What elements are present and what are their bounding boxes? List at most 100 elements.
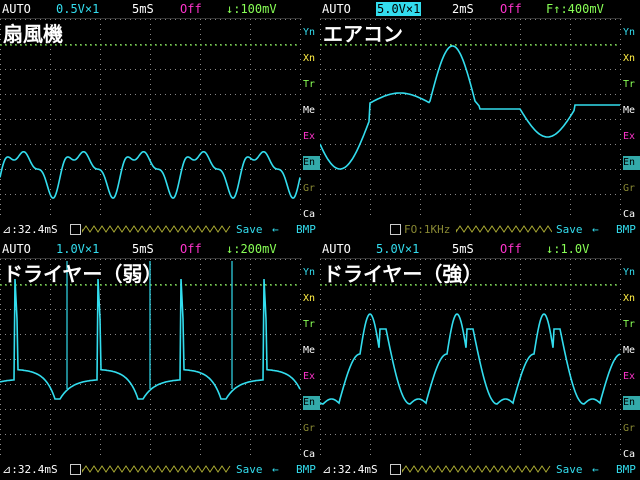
trigger-level[interactable]: F↑:400mV bbox=[546, 2, 604, 16]
time-per-div[interactable]: 5mS bbox=[452, 242, 474, 256]
menu-item-ex[interactable]: Ex bbox=[623, 370, 640, 384]
volts-per-div[interactable]: 1.0V×1 bbox=[56, 242, 99, 256]
grid-dot bbox=[265, 144, 266, 145]
grid-dot bbox=[245, 434, 246, 435]
menu-item-yn[interactable]: Yn bbox=[623, 26, 640, 40]
grid-dot bbox=[470, 69, 471, 70]
trigger-level[interactable]: ↓:1.0V bbox=[546, 242, 589, 256]
trigger-mode[interactable]: AUTO bbox=[2, 242, 31, 256]
checkbox-icon[interactable] bbox=[390, 224, 401, 235]
menu-item-xn[interactable]: Xn bbox=[623, 292, 640, 306]
trigger-level[interactable]: ↓:100mV bbox=[226, 2, 277, 16]
menu-item-tr[interactable]: Tr bbox=[623, 78, 640, 92]
checkbox-icon[interactable] bbox=[70, 224, 81, 235]
menu-item-en[interactable]: En bbox=[303, 156, 320, 170]
grid-dot bbox=[610, 144, 611, 145]
grid-dot bbox=[200, 179, 201, 180]
grid-dot bbox=[520, 259, 521, 260]
time-per-div[interactable]: 2mS bbox=[452, 2, 474, 16]
arrow-left-icon[interactable]: ← bbox=[592, 463, 599, 477]
save-button[interactable]: Save bbox=[236, 463, 263, 477]
grid-dot bbox=[430, 259, 431, 260]
menu-item-xn[interactable]: Xn bbox=[623, 52, 640, 66]
offset-setting[interactable]: Off bbox=[180, 242, 202, 256]
offset-setting[interactable]: Off bbox=[500, 242, 522, 256]
volts-per-div[interactable]: 0.5V×1 bbox=[56, 2, 99, 16]
time-per-div[interactable]: 5mS bbox=[132, 2, 154, 16]
menu-item-gr[interactable]: Gr bbox=[303, 182, 320, 196]
trigger-level[interactable]: ↓:200mV bbox=[226, 242, 277, 256]
grid-dot bbox=[245, 19, 246, 20]
grid-dot bbox=[420, 164, 421, 165]
grid-dot bbox=[320, 279, 321, 280]
grid-dot bbox=[620, 109, 621, 110]
menu-item-yn[interactable]: Yn bbox=[303, 266, 320, 280]
menu-item-gr[interactable]: Gr bbox=[623, 182, 640, 196]
menu-item-tr[interactable]: Tr bbox=[303, 78, 320, 92]
grid-dot bbox=[480, 384, 481, 385]
offset-setting[interactable]: Off bbox=[500, 2, 522, 16]
volts-per-div[interactable]: 5.0V×1 bbox=[376, 2, 422, 16]
save-button[interactable]: Save bbox=[236, 223, 263, 237]
grid-dot bbox=[250, 34, 251, 35]
menu-item-en[interactable]: En bbox=[623, 156, 640, 170]
trigger-mode[interactable]: AUTO bbox=[2, 2, 31, 16]
menu-item-xn[interactable]: Xn bbox=[303, 292, 320, 306]
grid-dot bbox=[80, 119, 81, 120]
menu-item-ex[interactable]: Ex bbox=[623, 130, 640, 144]
checkbox-icon[interactable] bbox=[70, 464, 81, 475]
arrow-left-icon[interactable]: ← bbox=[272, 223, 279, 237]
grid-dot bbox=[225, 69, 226, 70]
menu-item-me[interactable]: Me bbox=[623, 104, 640, 118]
menu-item-me[interactable]: Me bbox=[303, 104, 320, 118]
format-label[interactable]: BMP bbox=[296, 463, 316, 477]
grid-dot bbox=[500, 259, 501, 260]
grid-dot bbox=[55, 359, 56, 360]
volts-per-div[interactable]: 5.0V×1 bbox=[376, 242, 419, 256]
grid-dot bbox=[520, 194, 521, 195]
format-label[interactable]: BMP bbox=[296, 223, 316, 237]
grid-dot bbox=[125, 409, 126, 410]
checkbox-icon[interactable] bbox=[390, 464, 401, 475]
trigger-mode[interactable]: AUTO bbox=[322, 242, 351, 256]
grid-dot bbox=[520, 354, 521, 355]
menu-item-gr[interactable]: Gr bbox=[303, 422, 320, 436]
menu-item-gr[interactable]: Gr bbox=[623, 422, 640, 436]
menu-item-ex[interactable]: Ex bbox=[303, 370, 320, 384]
save-button[interactable]: Save bbox=[556, 223, 583, 237]
menu-item-tr[interactable]: Tr bbox=[303, 318, 320, 332]
grid-dot bbox=[260, 409, 261, 410]
menu-item-ex[interactable]: Ex bbox=[303, 130, 320, 144]
time-per-div[interactable]: 5mS bbox=[132, 242, 154, 256]
menu-item-yn[interactable]: Yn bbox=[303, 26, 320, 40]
menu-item-me[interactable]: Me bbox=[623, 344, 640, 358]
save-button[interactable]: Save bbox=[556, 463, 583, 477]
grid-dot bbox=[10, 119, 11, 120]
arrow-left-icon[interactable]: ← bbox=[272, 463, 279, 477]
grid-dot bbox=[440, 409, 441, 410]
format-label[interactable]: BMP bbox=[616, 223, 636, 237]
grid-dot bbox=[510, 69, 511, 70]
menu-item-me[interactable]: Me bbox=[303, 344, 320, 358]
trigger-mode[interactable]: AUTO bbox=[322, 2, 351, 16]
grid-dot bbox=[575, 94, 576, 95]
grid-dot bbox=[555, 144, 556, 145]
menu-item-tr[interactable]: Tr bbox=[623, 318, 640, 332]
grid-dot bbox=[140, 94, 141, 95]
menu-item-en[interactable]: En bbox=[303, 396, 320, 410]
menu-item-yn[interactable]: Yn bbox=[623, 266, 640, 280]
grid-dot bbox=[200, 99, 201, 100]
grid-dot bbox=[100, 384, 101, 385]
menu-item-en[interactable]: En bbox=[623, 396, 640, 410]
offset-setting[interactable]: Off bbox=[180, 2, 202, 16]
grid-dot bbox=[320, 309, 321, 310]
scope-panel-aircon: AUTO 5.0V×1 2mS Off F↑:400mV エアコン Yn Xn Tr… bbox=[320, 0, 640, 240]
grid-dot bbox=[510, 384, 511, 385]
grid-dot bbox=[600, 169, 601, 170]
grid-dot bbox=[505, 259, 506, 260]
grid-dot bbox=[530, 119, 531, 120]
grid-dot bbox=[550, 119, 551, 120]
arrow-left-icon[interactable]: ← bbox=[592, 223, 599, 237]
menu-item-xn[interactable]: Xn bbox=[303, 52, 320, 66]
format-label[interactable]: BMP bbox=[616, 463, 636, 477]
